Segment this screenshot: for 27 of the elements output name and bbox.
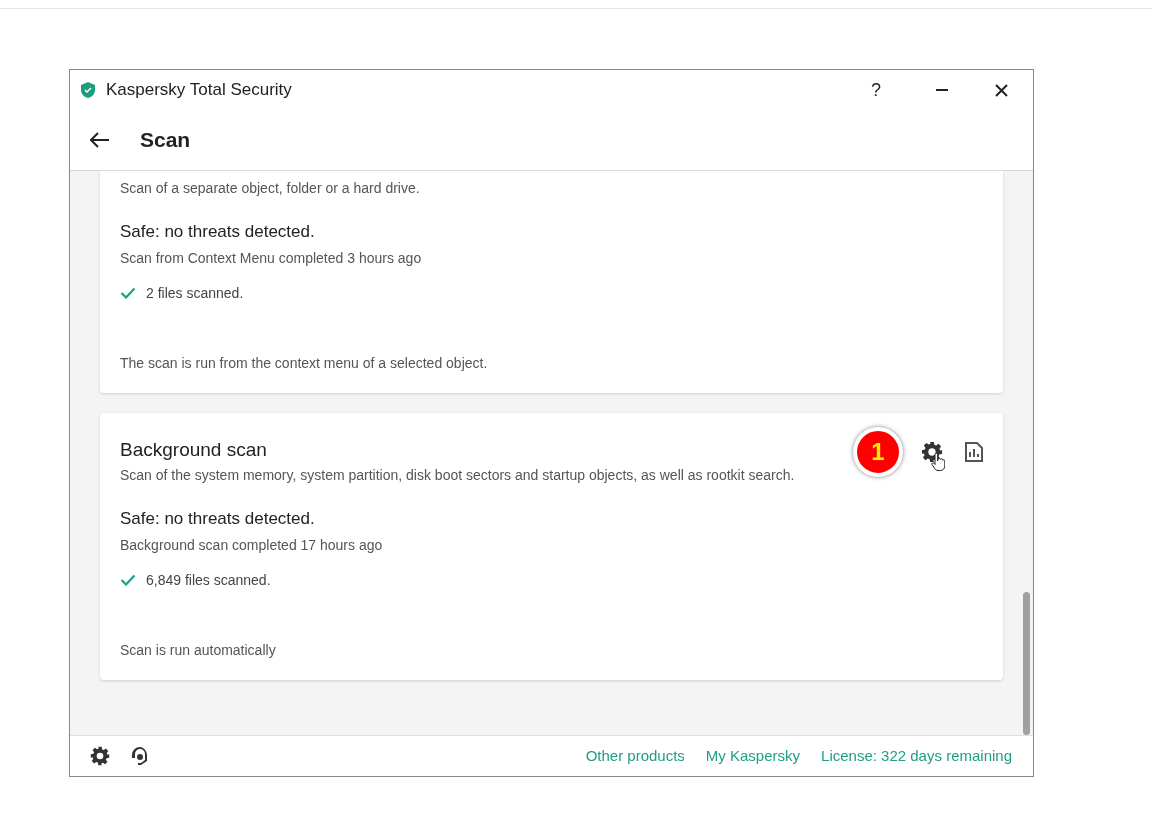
- card-note: The scan is run from the context menu of a selected object.: [120, 354, 489, 373]
- card-title: Background scan: [120, 438, 267, 462]
- card-description: Scan of the system memory, system partition, disk boot sectors and startup objects, as well as rootkit search.: [120, 466, 796, 485]
- footer-link[interactable]: License: 322 days remaining: [821, 744, 1012, 768]
- window-title: Kaspersky Total Security: [106, 79, 292, 102]
- footer-link[interactable]: Other products: [585, 744, 685, 768]
- page-title: Scan: [140, 127, 191, 154]
- report-icon[interactable]: [965, 442, 983, 462]
- card-description: Scan of a separate object, folder or a hard drive.: [120, 179, 421, 198]
- scan-detail: Scan from Context Menu completed 3 hours ago: [120, 249, 423, 268]
- support-icon[interactable]: [131, 746, 149, 766]
- scan-status: Safe: no threats detected.: [120, 508, 316, 530]
- files-scanned: 2 files scanned.: [146, 284, 244, 303]
- scan-detail: Background scan completed 17 hours ago: [120, 536, 384, 555]
- scan-status: Safe: no threats detected.: [120, 221, 316, 243]
- check-icon: [120, 574, 136, 586]
- back-arrow-icon[interactable]: [90, 132, 110, 148]
- shield-icon: [81, 82, 95, 98]
- close-icon[interactable]: [995, 83, 1008, 97]
- scrollbar-thumb[interactable]: [1023, 592, 1030, 735]
- help-button[interactable]: ?: [856, 76, 896, 104]
- footer-link[interactable]: My Kaspersky: [705, 744, 801, 768]
- settings-icon[interactable]: [90, 746, 110, 766]
- card-note: Scan is run automatically: [120, 641, 277, 660]
- check-icon: [120, 287, 136, 299]
- files-scanned: 6,849 files scanned.: [146, 571, 271, 590]
- hand-cursor-icon: [931, 453, 945, 471]
